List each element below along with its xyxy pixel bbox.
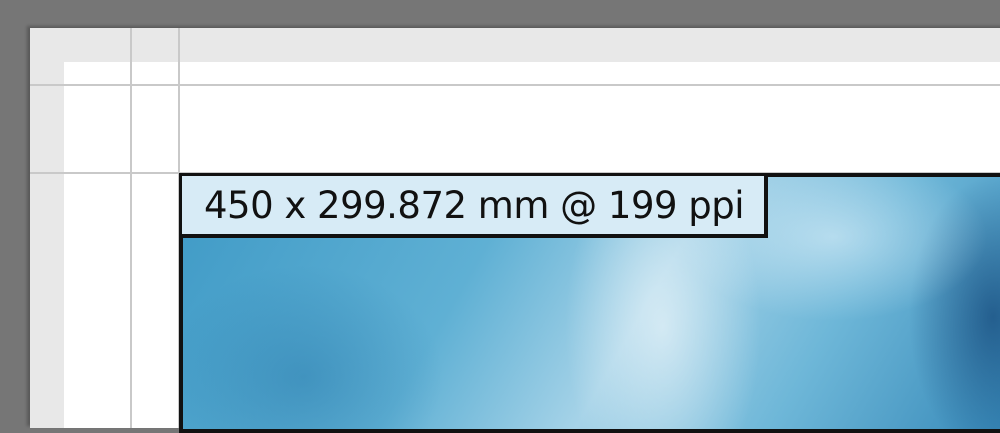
horizontal-guide[interactable] bbox=[30, 84, 1000, 86]
bleed-area-top bbox=[30, 28, 1000, 62]
image-dimension-tooltip: 450 x 299.872 mm @ 199 ppi bbox=[182, 176, 769, 238]
pasteboard: 450 x 299.872 mm @ 199 ppi bbox=[0, 0, 1000, 433]
bleed-area-left bbox=[30, 28, 64, 428]
vertical-guide[interactable] bbox=[130, 28, 132, 428]
image-dimension-label: 450 x 299.872 mm @ 199 ppi bbox=[204, 183, 745, 227]
